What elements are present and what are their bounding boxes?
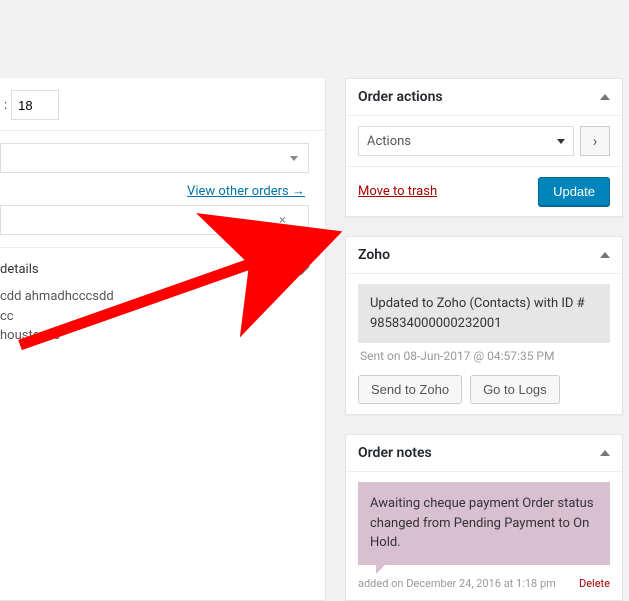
time-colon: :	[4, 98, 7, 113]
order-actions-panel: Order actions Actions › Move to trash Up…	[345, 78, 623, 217]
panel-title: Order actions	[358, 89, 443, 105]
minute-input[interactable]	[11, 90, 59, 120]
apply-action-button[interactable]: ›	[580, 126, 610, 156]
collapse-toggle-icon[interactable]	[600, 94, 610, 100]
send-to-zoho-button[interactable]: Send to Zoho	[358, 375, 462, 404]
address-line: cdd ahmadhcccsdd	[0, 287, 325, 307]
collapse-toggle-icon[interactable]	[600, 450, 610, 456]
address-line: cc	[0, 307, 325, 327]
zoho-status-message: Updated to Zoho (Contacts) with ID # 985…	[358, 284, 610, 343]
go-to-logs-button[interactable]: Go to Logs	[470, 375, 560, 404]
note-timestamp: added on December 24, 2016 at 1:18 pm	[358, 577, 556, 590]
chevron-down-icon	[557, 139, 565, 144]
collapse-toggle-icon[interactable]	[600, 252, 610, 258]
zoho-panel: Zoho Updated to Zoho (Contacts) with ID …	[345, 236, 623, 415]
update-button[interactable]: Update	[538, 177, 610, 206]
actions-select[interactable]: Actions	[358, 126, 574, 156]
edit-pencil-icon[interactable]	[297, 263, 311, 277]
delete-note-link[interactable]: Delete	[579, 577, 610, 590]
customer-select[interactable]	[0, 143, 309, 173]
view-other-orders-link[interactable]: View other orders →	[187, 184, 305, 199]
select-label: Actions	[367, 134, 411, 149]
order-notes-panel: Order notes Awaiting cheque payment Orde…	[345, 434, 623, 601]
chevron-down-icon	[290, 156, 298, 161]
clear-x-icon[interactable]: ×	[279, 213, 286, 228]
chevron-right-icon: ›	[593, 132, 598, 150]
details-heading: details	[0, 262, 39, 277]
panel-title: Order notes	[358, 445, 432, 461]
order-edit-main: : View other orders → × details cdd ahma…	[0, 78, 326, 601]
billing-address: cdd ahmadhcccsdd cc houstcccc	[0, 285, 325, 364]
move-to-trash-link[interactable]: Move to trash	[358, 184, 437, 199]
order-note: Awaiting cheque payment Order status cha…	[358, 482, 610, 565]
zoho-sent-timestamp: Sent on 08-Jun-2017 @ 04:57:35 PM	[358, 343, 610, 375]
address-line: houstcccc	[0, 326, 325, 346]
secondary-select[interactable]: ×	[0, 205, 309, 235]
panel-title: Zoho	[358, 247, 390, 263]
